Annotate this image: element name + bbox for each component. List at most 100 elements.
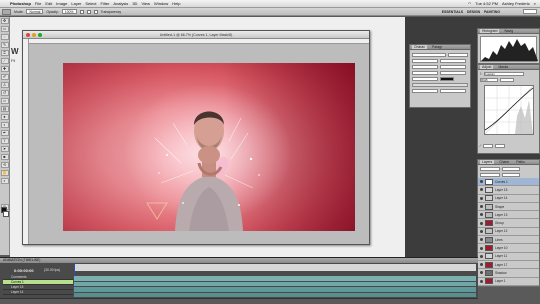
preset-select[interactable]: Custom (483, 72, 524, 76)
font-size-field[interactable] (412, 59, 438, 63)
layer-opacity-field[interactable] (502, 167, 520, 171)
visibility-eye-icon[interactable] (480, 196, 483, 200)
clone-stamp-tool-icon[interactable]: ♙ (0, 82, 9, 88)
3d-rotate-tool-icon[interactable]: ⟲ (0, 162, 9, 168)
visibility-eye-icon[interactable] (480, 246, 483, 250)
text-color-swatch[interactable] (440, 77, 454, 81)
language-select[interactable] (412, 89, 438, 93)
lasso-tool-icon[interactable]: ◌ (0, 34, 9, 40)
curves-graph[interactable] (484, 85, 534, 135)
timeline-controls[interactable] (0, 298, 478, 304)
track-layer-14[interactable]: Layer 14 (3, 290, 73, 295)
layer-row[interactable]: Layer 11 (478, 253, 539, 261)
kerning-field[interactable] (412, 65, 438, 69)
menu-edit[interactable]: Edit (45, 1, 52, 6)
hand-tool-icon[interactable]: ✋ (0, 170, 9, 176)
quick-select-tool-icon[interactable]: ✎ (0, 42, 9, 48)
menu-view[interactable]: View (141, 1, 150, 6)
layer-row[interactable]: Curves 1 (478, 178, 539, 187)
anti-alias-select[interactable] (440, 89, 466, 93)
user-name[interactable]: Ashley Frederic (502, 1, 530, 6)
spotlight-icon[interactable]: ⌕ (534, 1, 536, 6)
input-value-field[interactable] (482, 144, 493, 148)
font-family-field[interactable] (412, 53, 446, 57)
type-style-buttons[interactable] (412, 83, 468, 87)
visibility-eye-icon[interactable] (480, 263, 483, 267)
horizontal-scale-field[interactable] (440, 71, 466, 75)
menu-file[interactable]: File (35, 1, 41, 6)
tab-histogram[interactable]: Histogram (480, 29, 500, 33)
menu-window[interactable]: Window (154, 1, 168, 6)
crop-tool-icon[interactable]: ⌗ (0, 50, 9, 56)
shape-tool-icon[interactable]: ■ (0, 154, 9, 160)
reverse-checkbox[interactable] (79, 9, 84, 14)
menu-layer[interactable]: Layer (71, 1, 81, 6)
app-menu[interactable]: Photoshop (10, 1, 31, 6)
layer-row[interactable]: Layer 15 (478, 186, 539, 195)
timeline-tab[interactable]: ANIMATION (TIMELINE) (0, 258, 478, 263)
layer-row[interactable]: Shape (478, 203, 539, 212)
search-input[interactable] (523, 9, 537, 14)
layer-row[interactable]: Layer 10 (478, 244, 539, 253)
lane-layer-14[interactable] (74, 292, 476, 298)
menu-select[interactable]: Select (85, 1, 96, 6)
healing-tool-icon[interactable]: ✚ (0, 66, 9, 72)
wifi-icon[interactable]: ◠ (468, 1, 472, 6)
visibility-eye-icon[interactable] (480, 221, 483, 225)
tab-paths[interactable]: Paths (514, 160, 527, 164)
layer-row[interactable]: Layer 1 (478, 278, 539, 286)
marquee-tool-icon[interactable]: ▭ (0, 26, 9, 32)
output-value-field[interactable] (494, 144, 505, 148)
auto-button[interactable] (500, 78, 514, 82)
visibility-eye-icon[interactable] (480, 238, 483, 242)
tab-channels[interactable]: Chann (497, 160, 511, 164)
opacity-field[interactable]: 100% (61, 9, 77, 14)
layer-row[interactable]: Layer 14 (478, 195, 539, 203)
brush-tool-icon[interactable]: ✐ (0, 74, 9, 80)
visibility-eye-icon[interactable] (480, 213, 483, 217)
history-brush-tool-icon[interactable]: ↺ (0, 90, 9, 96)
type-tool-icon[interactable]: T (0, 138, 9, 144)
lane-curves-1[interactable] (74, 281, 476, 287)
fill-field[interactable] (502, 173, 520, 177)
move-tool-icon[interactable]: ✥ (0, 18, 9, 24)
channel-select[interactable]: RGB (480, 78, 498, 82)
visibility-eye-icon[interactable] (480, 180, 483, 184)
time-ruler[interactable] (74, 264, 476, 271)
transparency-checkbox[interactable] (93, 9, 98, 14)
tab-masks[interactable]: Masks (496, 65, 510, 69)
menu-analysis[interactable]: Analysis (113, 1, 128, 6)
menu-filter[interactable]: Filter (101, 1, 110, 6)
visibility-eye-icon[interactable] (480, 279, 483, 283)
artwork-canvas[interactable] (63, 63, 355, 231)
document-title-bar[interactable]: Untitled-1 @ 66.7% (Curves 1, Layer Mask… (23, 31, 369, 39)
eyedropper-icon[interactable]: ⁄ (480, 144, 481, 148)
tracking-field[interactable] (440, 65, 466, 69)
tool-preset-picker[interactable] (2, 8, 11, 15)
menu-image[interactable]: Image (56, 1, 67, 6)
eyedropper-tool-icon[interactable]: ⁄ (0, 58, 9, 64)
workspace-design[interactable]: DESIGN (467, 10, 480, 14)
baseline-shift-field[interactable] (412, 77, 438, 81)
tab-layers[interactable]: Layers (480, 160, 495, 164)
layer-row[interactable]: Shadow (478, 269, 539, 278)
blend-mode-select[interactable] (480, 167, 500, 171)
mode-select[interactable]: Normal (26, 9, 44, 14)
lane-layer-15[interactable] (74, 287, 476, 292)
menu-help[interactable]: Help (172, 1, 180, 6)
lane-comments[interactable] (74, 276, 476, 281)
vertical-scale-field[interactable] (412, 71, 438, 75)
layer-row[interactable]: Lines (478, 236, 539, 245)
eraser-tool-icon[interactable]: ▱ (0, 98, 9, 104)
dither-checkbox[interactable] (86, 9, 91, 14)
lock-buttons[interactable] (480, 173, 500, 177)
layer-row[interactable]: Layer 13 (478, 211, 539, 220)
visibility-eye-icon[interactable] (480, 254, 483, 258)
tab-character[interactable]: Charac (412, 45, 427, 49)
layer-row[interactable]: Layer 12 (478, 228, 539, 237)
tab-navigator[interactable]: Navig (502, 29, 515, 33)
clock[interactable]: Tue 4:52 PM (475, 1, 498, 6)
font-style-field[interactable] (448, 53, 468, 57)
layer-row[interactable]: Layer 17 (478, 261, 539, 270)
path-select-tool-icon[interactable]: ➤ (0, 146, 9, 152)
